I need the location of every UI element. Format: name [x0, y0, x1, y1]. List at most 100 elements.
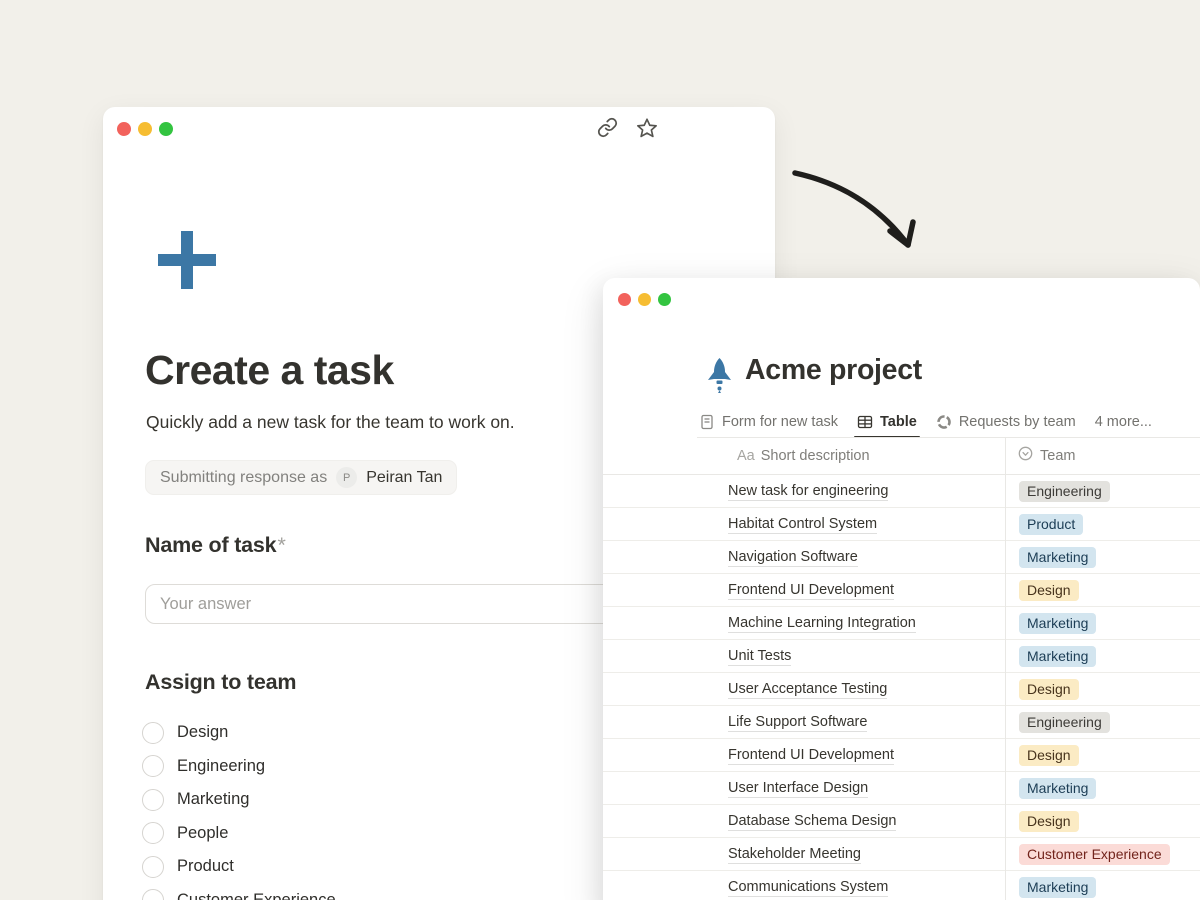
table-icon [857, 414, 873, 430]
option-label: Engineering [177, 757, 265, 776]
cell-description[interactable]: Frontend UI Development [603, 746, 1005, 764]
radio-button[interactable] [142, 789, 164, 811]
select-property-icon [1018, 446, 1033, 466]
table-row[interactable]: Machine Learning Integration Marketing [603, 607, 1200, 640]
radio-button[interactable] [142, 856, 164, 878]
option-label: Design [177, 723, 228, 742]
close-button[interactable] [117, 122, 131, 136]
table-row[interactable]: Life Support Software Engineering [603, 706, 1200, 739]
table-row[interactable]: Stakeholder Meeting Customer Experience [603, 838, 1200, 871]
tab-table[interactable]: Table [857, 409, 917, 435]
cell-team[interactable]: Marketing [1005, 547, 1096, 568]
cell-description[interactable]: Machine Learning Integration [603, 614, 1005, 632]
radio-button[interactable] [142, 755, 164, 777]
cell-team[interactable]: Marketing [1005, 613, 1096, 634]
submitting-as-pill[interactable]: Submitting response as P Peiran Tan [145, 460, 457, 495]
table-row[interactable]: Database Schema Design Design [603, 805, 1200, 838]
user-name: Peiran Tan [366, 469, 442, 487]
row-title: Communications System [728, 879, 888, 897]
cell-description[interactable]: Unit Tests [603, 647, 1005, 665]
table-row[interactable]: Unit Tests Marketing [603, 640, 1200, 673]
window-controls [618, 293, 671, 306]
cell-description[interactable]: User Interface Design [603, 779, 1005, 797]
table-row[interactable]: Navigation Software Marketing [603, 541, 1200, 574]
team-options-list: Design Engineering Marketing PeopleProductC… [142, 716, 336, 900]
team-tag: Design [1019, 679, 1079, 700]
column-divider [1005, 438, 1006, 900]
tab-requests-by-team[interactable]: Requests by team [936, 409, 1076, 435]
form-icon [699, 414, 715, 430]
form-window-toolbar [597, 117, 658, 139]
table-row[interactable]: Communications System Marketing [603, 871, 1200, 900]
team-tag: Customer Experience [1019, 844, 1170, 865]
row-title: Database Schema Design [728, 813, 896, 831]
team-option-people[interactable]: People [142, 817, 336, 851]
cell-team[interactable]: Customer Experience [1005, 844, 1170, 865]
form-title: Create a task [145, 347, 394, 394]
row-title: Habitat Control System [728, 516, 877, 534]
row-title: Machine Learning Integration [728, 615, 916, 633]
avatar: P [336, 467, 357, 488]
zoom-button[interactable] [159, 122, 173, 136]
zoom-button[interactable] [658, 293, 671, 306]
radio-button[interactable] [142, 889, 164, 900]
row-title: Navigation Software [728, 549, 858, 567]
row-title: Unit Tests [728, 648, 791, 666]
title-property-icon: Aa [737, 448, 755, 464]
cell-team[interactable]: Engineering [1005, 712, 1110, 733]
column-header-description[interactable]: Aa Short description [603, 448, 1005, 464]
cell-description[interactable]: New task for engineering [603, 482, 1005, 500]
minimize-button[interactable] [638, 293, 651, 306]
team-option-marketing[interactable]: Marketing [142, 783, 336, 817]
table-row[interactable]: New task for engineeringEngineering [603, 475, 1200, 508]
team-option-design[interactable]: Design [142, 716, 336, 750]
cell-team[interactable]: Design [1005, 811, 1079, 832]
radio-button[interactable] [142, 722, 164, 744]
donut-icon [936, 414, 952, 430]
cell-team[interactable]: Product [1005, 514, 1083, 535]
tab-4-more[interactable]: 4 more... [1095, 409, 1152, 435]
team-tag: Marketing [1019, 646, 1096, 667]
cell-description[interactable]: User Acceptance Testing [603, 680, 1005, 698]
cell-description[interactable]: Frontend UI Development [603, 581, 1005, 599]
table-row[interactable]: Frontend UI Development Design [603, 739, 1200, 772]
table-header-row: Aa Short description Team [603, 438, 1200, 475]
cell-description[interactable]: Database Schema Design [603, 812, 1005, 830]
cell-description[interactable]: Navigation Software [603, 548, 1005, 566]
row-title: User Interface Design [728, 780, 868, 798]
cell-description[interactable]: Communications System [603, 878, 1005, 896]
cell-description[interactable]: Life Support Software [603, 713, 1005, 731]
table-row[interactable]: User Interface Design Marketing [603, 772, 1200, 805]
copy-link-icon[interactable] [597, 117, 618, 139]
column-header-team[interactable]: Team [1005, 446, 1075, 466]
table-row[interactable]: Frontend UI DevelopmentDesign [603, 574, 1200, 607]
star-icon[interactable] [636, 117, 658, 139]
table-row[interactable]: User Acceptance Testing Design [603, 673, 1200, 706]
team-option-customer-experience[interactable]: Customer Experience [142, 884, 336, 900]
cell-team[interactable]: Engineering [1005, 481, 1110, 502]
team-option-product[interactable]: Product [142, 850, 336, 884]
cell-team[interactable]: Design [1005, 580, 1079, 601]
option-label: Marketing [177, 790, 249, 809]
radio-button[interactable] [142, 822, 164, 844]
team-tag: Marketing [1019, 877, 1096, 898]
form-subtitle: Quickly add a new task for the team to w… [146, 412, 515, 433]
cell-team[interactable]: Design [1005, 745, 1079, 766]
cell-team[interactable]: Design [1005, 679, 1079, 700]
cell-team[interactable]: Marketing [1005, 646, 1096, 667]
row-title: Life Support Software [728, 714, 867, 732]
tab-form-for-new-task[interactable]: Form for new task [699, 409, 838, 435]
team-option-engineering[interactable]: Engineering [142, 750, 336, 784]
tab-label: Table [880, 414, 917, 430]
row-title: Frontend UI Development [728, 747, 894, 765]
close-button[interactable] [618, 293, 631, 306]
minimize-button[interactable] [138, 122, 152, 136]
cell-team[interactable]: Marketing [1005, 778, 1096, 799]
tab-label: Requests by team [959, 414, 1076, 430]
cell-description[interactable]: Stakeholder Meeting [603, 845, 1005, 863]
cell-team[interactable]: Marketing [1005, 877, 1096, 898]
row-title: Stakeholder Meeting [728, 846, 861, 864]
plus-icon [158, 230, 216, 295]
table-row[interactable]: Habitat Control System Product [603, 508, 1200, 541]
cell-description[interactable]: Habitat Control System [603, 515, 1005, 533]
